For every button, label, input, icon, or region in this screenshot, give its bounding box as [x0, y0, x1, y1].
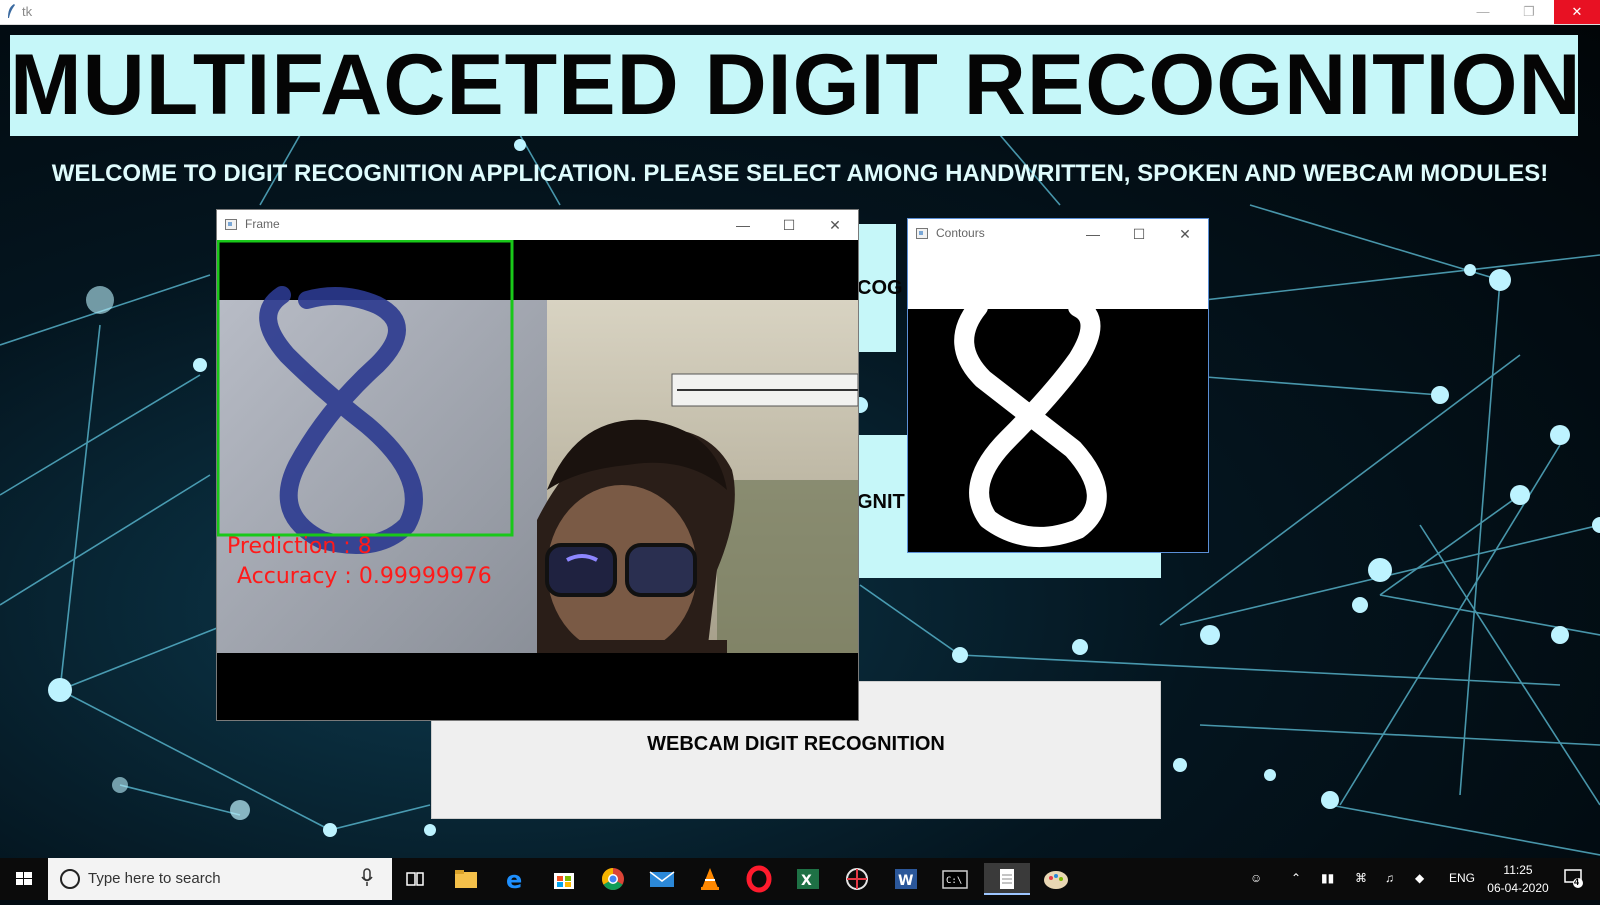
taskbar-search-box[interactable]: Type here to search: [48, 858, 392, 900]
edge-browser-icon[interactable]: e: [495, 863, 535, 895]
taskbar: Type here to search e X W C:\ ☺ ⌃ ▮▮ ⌘ ♫…: [0, 858, 1600, 900]
cortana-icon: [60, 869, 80, 889]
svg-text:X: X: [801, 873, 812, 889]
search-placeholder: Type here to search: [88, 870, 221, 887]
chrome-icon[interactable]: [593, 863, 633, 895]
network-app-icon[interactable]: [837, 863, 877, 895]
store-icon[interactable]: [544, 863, 584, 895]
terminal-icon[interactable]: C:\: [935, 863, 975, 895]
input-language[interactable]: ENG: [1449, 871, 1475, 885]
opera-icon[interactable]: [739, 863, 779, 895]
contours-close-button[interactable]: ✕: [1162, 219, 1208, 249]
webcam-image: [217, 240, 858, 720]
clock-time[interactable]: 11:25: [1488, 863, 1548, 877]
contours-minimize-button[interactable]: —: [1070, 219, 1116, 249]
people-icon[interactable]: ☺: [1250, 871, 1262, 885]
mail-icon[interactable]: [642, 863, 682, 895]
contours-window[interactable]: Contours — ☐ ✕: [907, 218, 1209, 553]
thresholded-digit-image: [908, 297, 1208, 552]
svg-text:W: W: [898, 873, 913, 889]
welcome-message: WELCOME TO DIGIT RECOGNITION APPLICATION…: [51, 160, 1549, 187]
minimize-button[interactable]: —: [1460, 0, 1506, 24]
dropbox-icon[interactable]: ◆: [1415, 871, 1424, 885]
title-banner: MULTIFACETED DIGIT RECOGNITION: [10, 35, 1582, 136]
microphone-icon[interactable]: [360, 868, 374, 888]
word-icon[interactable]: W: [886, 863, 926, 895]
accuracy-text: Accuracy : 0.99999976: [237, 564, 492, 589]
window-app-icon: [225, 219, 237, 230]
vlc-icon[interactable]: [690, 863, 730, 895]
frame-close-button[interactable]: ✕: [812, 210, 858, 240]
handwritten-button-label: COG: [857, 277, 903, 299]
close-button[interactable]: ✕: [1554, 0, 1600, 24]
paint-icon[interactable]: [1036, 863, 1076, 895]
spoken-button-label: GNIT: [857, 491, 905, 513]
wifi-icon[interactable]: ⌘: [1355, 871, 1367, 885]
svg-text:C:\: C:\: [946, 876, 962, 886]
windows-logo-icon: [16, 872, 32, 885]
battery-icon[interactable]: ▮▮: [1321, 871, 1334, 885]
svg-text:e: e: [506, 866, 522, 894]
window-title: tk: [22, 4, 33, 19]
frame-window-title: Frame: [245, 217, 280, 231]
start-button[interactable]: [0, 858, 48, 900]
window-app-icon: [916, 228, 928, 239]
contours-image: [908, 249, 1208, 552]
app-title: MULTIFACETED DIGIT RECOGNITION: [10, 37, 1582, 133]
frame-maximize-button[interactable]: ☐: [766, 210, 812, 240]
task-view-icon[interactable]: [395, 863, 435, 895]
tk-titlebar: tk — ❐ ✕: [0, 0, 1600, 25]
webcam-button-label: WEBCAM DIGIT RECOGNITION: [647, 733, 945, 755]
contours-titlebar[interactable]: Contours — ☐ ✕: [908, 219, 1208, 249]
volume-icon[interactable]: ♫: [1385, 871, 1394, 885]
notification-center-icon[interactable]: 4: [1563, 867, 1585, 889]
webcam-feed: Prediction : 8 Accuracy : 0.99999976: [217, 240, 858, 720]
chevron-up-icon[interactable]: ⌃: [1291, 871, 1301, 885]
file-explorer-icon[interactable]: [446, 863, 486, 895]
frame-minimize-button[interactable]: —: [720, 210, 766, 240]
notification-count: 4: [1574, 877, 1580, 887]
clock-date[interactable]: 06-04-2020: [1483, 881, 1553, 895]
prediction-text: Prediction : 8: [227, 534, 372, 559]
notepad-icon[interactable]: [984, 863, 1030, 895]
frame-window[interactable]: Frame — ☐ ✕ Prediction: 8 Accuracy: 0.…: [216, 209, 859, 721]
excel-icon[interactable]: X: [788, 863, 828, 895]
maximize-button[interactable]: ❐: [1506, 0, 1552, 24]
frame-titlebar[interactable]: Frame — ☐ ✕: [217, 210, 858, 240]
contours-window-title: Contours: [936, 226, 985, 240]
tk-feather-icon: [8, 4, 15, 18]
contours-maximize-button[interactable]: ☐: [1116, 219, 1162, 249]
